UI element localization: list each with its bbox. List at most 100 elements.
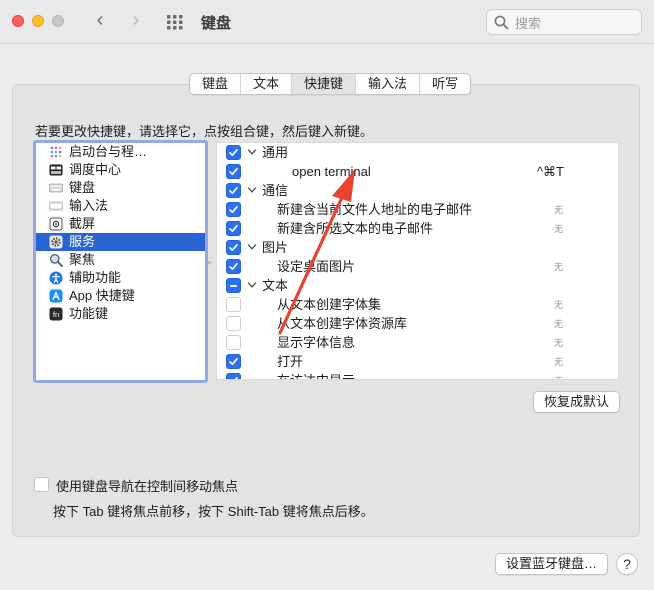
shortcut-none-label[interactable]: 无 xyxy=(554,222,563,237)
shortcut-none-label[interactable]: 无 xyxy=(554,260,563,275)
service-label: 打开 xyxy=(277,354,304,369)
category-label: 输入法 xyxy=(69,198,109,213)
service-checkbox[interactable] xyxy=(226,373,241,379)
category-label: 键盘 xyxy=(69,180,96,195)
search-input[interactable] xyxy=(515,14,635,32)
keyboard-navigation-hint: 按下 Tab 键将焦点前移，按下 Shift-Tab 键将焦点后移。 xyxy=(53,504,374,519)
keyboard-navigation-checkbox[interactable] xyxy=(34,477,49,492)
shortcut-row[interactable]: 从文本创建字体资源库 无 xyxy=(217,314,618,333)
service-label: 在访达中显示 xyxy=(277,371,355,379)
shortcut-none-label[interactable]: 无 xyxy=(554,336,563,351)
tab-bar: 键盘 文本 快捷键 输入法 听写 xyxy=(189,73,472,95)
service-label: 设定桌面图片 xyxy=(277,259,356,274)
shortcut-row[interactable]: 打开 无 xyxy=(217,352,618,371)
tab-text[interactable]: 文本 xyxy=(241,74,293,94)
category-item-launchpad[interactable]: 启动台与程… xyxy=(36,143,205,161)
category-item-app-shortcuts[interactable]: App 快捷键 xyxy=(36,287,205,305)
category-item-screenshots[interactable]: 截屏 xyxy=(36,215,205,233)
shortcut-none-label[interactable]: 无 xyxy=(554,355,563,370)
launchpad-icon xyxy=(49,145,63,159)
shortcut-row[interactable]: 新建含当前文件人地址的电子邮件 无 xyxy=(217,200,618,219)
shortcut-none-label[interactable]: 无 xyxy=(554,298,563,313)
service-label: 新建含当前文件人地址的电子邮件 xyxy=(277,202,473,217)
mission-control-icon xyxy=(49,163,63,177)
category-item-mission-control[interactable]: 调度中心 xyxy=(36,161,205,179)
service-checkbox[interactable] xyxy=(226,335,241,350)
zoom-window-button[interactable] xyxy=(52,15,64,27)
back-chevron-icon[interactable]: ‹ xyxy=(88,9,112,33)
search-icon xyxy=(494,15,509,33)
tab-shortcuts[interactable]: 快捷键 xyxy=(292,74,357,94)
split-view-divider-handle[interactable]: ▸ xyxy=(208,257,214,267)
category-label: 聚焦 xyxy=(69,252,96,267)
group-checkbox[interactable] xyxy=(226,240,241,255)
help-button[interactable]: ? xyxy=(616,553,638,575)
app-shortcuts-icon xyxy=(49,289,63,303)
category-label: 辅助功能 xyxy=(69,270,122,285)
shortcut-none-label[interactable]: 无 xyxy=(554,374,563,379)
category-label: 截屏 xyxy=(69,216,96,231)
tab-dictation[interactable]: 听写 xyxy=(420,74,470,94)
group-checkbox[interactable] xyxy=(226,183,241,198)
group-checkbox-mixed[interactable] xyxy=(226,278,241,293)
category-list: 启动台与程… 调度中心 键盘 输入法 截屏 服务 聚焦 辅助功能 App 快捷键… xyxy=(33,140,208,383)
shortcut-none-label[interactable]: 无 xyxy=(554,317,563,332)
disclosure-chevron-icon[interactable] xyxy=(246,184,258,196)
restore-defaults-button[interactable]: 恢复成默认 xyxy=(533,391,621,413)
spotlight-icon xyxy=(49,253,63,267)
group-row-text[interactable]: 文本 xyxy=(217,276,618,295)
service-checkbox[interactable] xyxy=(226,221,241,236)
keyboard-icon xyxy=(48,181,64,195)
shortcut-row[interactable]: 从文本创建字体集 无 xyxy=(217,295,618,314)
disclosure-chevron-icon[interactable] xyxy=(246,146,258,158)
category-item-accessibility[interactable]: 辅助功能 xyxy=(36,269,205,287)
category-label: 功能键 xyxy=(69,306,109,321)
service-checkbox[interactable] xyxy=(226,316,241,331)
show-all-grid-icon[interactable] xyxy=(166,13,184,31)
group-row-pictures[interactable]: 图片 xyxy=(217,238,618,257)
disclosure-chevron-icon[interactable] xyxy=(246,241,258,253)
category-label: 启动台与程… xyxy=(69,144,148,159)
minimize-window-button[interactable] xyxy=(32,15,44,27)
service-label: 从文本创建字体集 xyxy=(277,297,382,312)
input-sources-icon xyxy=(48,199,64,213)
keyboard-navigation-label: 使用键盘导航在控制间移动焦点 xyxy=(56,479,239,494)
service-label: 显示字体信息 xyxy=(277,335,356,350)
shortcuts-list: 通用 open terminal ^⌘T 通信 新建含当前文件人地址的电子邮件 … xyxy=(216,142,619,380)
category-item-services[interactable]: 服务 xyxy=(36,233,205,251)
services-gear-icon xyxy=(49,235,63,249)
svg-text:fn: fn xyxy=(53,310,59,319)
group-checkbox[interactable] xyxy=(226,145,241,160)
close-window-button[interactable] xyxy=(12,15,24,27)
shortcut-key[interactable]: ^⌘T xyxy=(537,162,564,181)
group-row-messaging[interactable]: 通信 xyxy=(217,181,618,200)
category-item-input-sources[interactable]: 输入法 xyxy=(36,197,205,215)
shortcut-row[interactable]: 在访达中显示 无 xyxy=(217,371,618,379)
disclosure-chevron-icon[interactable] xyxy=(246,279,258,291)
title-bar: ‹ › 键盘 xyxy=(0,0,654,44)
category-label: 服务 xyxy=(69,234,96,249)
service-checkbox[interactable] xyxy=(226,297,241,312)
service-checkbox[interactable] xyxy=(226,259,241,274)
search-field[interactable] xyxy=(486,9,642,35)
service-label: open terminal xyxy=(292,164,371,179)
category-item-keyboard[interactable]: 键盘 xyxy=(36,179,205,197)
accessibility-icon xyxy=(49,271,63,285)
tab-keyboard[interactable]: 键盘 xyxy=(190,74,242,94)
category-item-spotlight[interactable]: 聚焦 xyxy=(36,251,205,269)
shortcut-row[interactable]: 显示字体信息 无 xyxy=(217,333,618,352)
tab-input-sources[interactable]: 输入法 xyxy=(356,74,421,94)
service-checkbox[interactable] xyxy=(226,354,241,369)
shortcut-none-label[interactable]: 无 xyxy=(554,203,563,218)
setup-bluetooth-keyboard-button[interactable]: 设置蓝牙键盘… xyxy=(495,553,609,575)
shortcut-row[interactable]: 设定桌面图片 无 xyxy=(217,257,618,276)
group-label: 通信 xyxy=(262,183,289,198)
service-checkbox[interactable] xyxy=(226,202,241,217)
shortcut-row-open-terminal[interactable]: open terminal ^⌘T xyxy=(217,162,618,181)
category-item-function-keys[interactable]: fn 功能键 xyxy=(36,305,205,323)
group-label: 文本 xyxy=(262,278,289,293)
shortcut-row[interactable]: 新建含所选文本的电子邮件 无 xyxy=(217,219,618,238)
forward-chevron-icon[interactable]: › xyxy=(124,9,148,33)
service-checkbox[interactable] xyxy=(226,164,241,179)
group-row-general[interactable]: 通用 xyxy=(217,143,618,162)
